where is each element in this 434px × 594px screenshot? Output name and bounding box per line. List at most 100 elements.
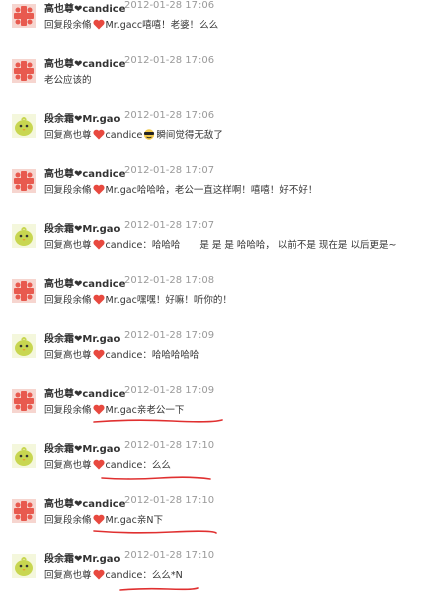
heart-icon	[92, 129, 105, 140]
reply-text: 亲N下	[136, 515, 163, 526]
heart-icon	[92, 459, 105, 470]
reply-target[interactable]: candice	[106, 460, 143, 471]
cross-avatar-icon[interactable]	[12, 59, 36, 83]
reply-text: ：哈哈哈 是 是 是 哈哈哈， 以前不是 现在是 以后更是~	[142, 240, 397, 251]
chick-avatar-icon[interactable]	[12, 224, 36, 248]
reply-prefix: 回复段余翛	[44, 515, 92, 526]
reply-text: 哈哈哈，老公一直这样啊！嘻嘻！好不好！	[136, 185, 318, 196]
reply-target[interactable]: candice	[106, 240, 143, 251]
comment-row: 高也尊❤candice 2012-01-28 17:06 老公应该的	[0, 55, 434, 110]
reply-text: 亲老公一下	[136, 405, 185, 416]
red-underline-annotation	[93, 419, 223, 423]
reply-prefix: 回复高也尊	[44, 570, 92, 581]
comment-row: 段余霜❤Mr.gao 2012-01-28 17:10 回复高也尊 candice…	[0, 550, 434, 594]
comment-text: 回复段余翛 Mr.gac亲老公一下	[44, 404, 184, 418]
reply-target[interactable]: Mr.gac	[106, 515, 137, 526]
heart-icon	[92, 294, 105, 305]
comment-text: 回复段余翛 Mr.gac嘿嘿！好嘛！听你的！	[44, 294, 232, 308]
reply-prefix: 回复段余翛	[44, 405, 92, 416]
comment-text: 回复高也尊 candice：哈哈哈哈哈	[44, 349, 199, 363]
comment-row: 高也尊❤candice 2012-01-28 17:09 回复段余翛 Mr.gac…	[0, 385, 434, 440]
comment-time: 2012-01-28 17:10	[124, 495, 215, 506]
comment-row: 段余霜❤Mr.gao 2012-01-28 17:07 回复高也尊 candice…	[0, 220, 434, 275]
cross-avatar-icon[interactable]	[12, 499, 36, 523]
comment-row: 高也尊❤candice 2012-01-28 17:08 回复段余翛 Mr.gac…	[0, 275, 434, 330]
reply-target[interactable]: Mr.gac	[106, 405, 137, 416]
reply-text: c嘻嘻！老婆！么么	[136, 20, 219, 31]
reply-prefix: 回复段余翛	[44, 295, 92, 306]
comment-time: 2012-01-28 17:10	[124, 550, 215, 561]
comment-time: 2012-01-28 17:07	[124, 220, 215, 231]
reply-target[interactable]: Mr.gac	[106, 185, 137, 196]
comment-author[interactable]: 高也尊❤candice	[44, 0, 125, 15]
comment-author[interactable]: 高也尊❤candice	[44, 385, 125, 400]
heart-icon	[92, 19, 105, 30]
cross-avatar-icon[interactable]	[12, 4, 36, 28]
comment-time: 2012-01-28 17:07	[124, 165, 215, 176]
comment-text: 回复段余翛 Mr.gacc嘻嘻！老婆！么么	[44, 19, 218, 33]
comment-row: 高也尊❤candice 2012-01-28 17:10 回复段余翛 Mr.gac…	[0, 495, 434, 550]
reply-prefix: 回复高也尊	[44, 460, 92, 471]
red-underline-annotation	[119, 587, 199, 591]
reply-target[interactable]: candice	[106, 130, 143, 141]
comment-author[interactable]: 高也尊❤candice	[44, 55, 125, 70]
reply-prefix: 回复高也尊	[44, 130, 92, 141]
heart-icon	[92, 239, 105, 250]
comment-author[interactable]: 段余霜❤Mr.gao	[44, 550, 120, 565]
comment-author[interactable]: 高也尊❤candice	[44, 165, 125, 180]
comment-feed: 高也尊❤candice 2012-01-28 17:06 回复段余翛 Mr.gac…	[0, 0, 434, 594]
chick-avatar-icon[interactable]	[12, 444, 36, 468]
comment-author[interactable]: 段余霜❤Mr.gao	[44, 220, 120, 235]
chick-avatar-icon[interactable]	[12, 554, 36, 578]
reply-prefix: 回复段余翛	[44, 185, 92, 196]
comment-row: 高也尊❤candice 2012-01-28 17:06 回复段余翛 Mr.gac…	[0, 0, 434, 55]
reply-prefix: 老公应该的	[44, 75, 92, 86]
comment-author[interactable]: 段余霜❤Mr.gao	[44, 440, 120, 455]
cross-avatar-icon[interactable]	[12, 169, 36, 193]
reply-text: ：么么	[142, 460, 171, 471]
cross-avatar-icon[interactable]	[12, 389, 36, 413]
reply-text: 瞬间觉得无敌了	[156, 130, 223, 141]
chick-avatar-icon[interactable]	[12, 334, 36, 358]
comment-author[interactable]: 段余霜❤Mr.gao	[44, 110, 120, 125]
comment-time: 2012-01-28 17:06	[124, 0, 215, 11]
comment-text: 回复高也尊 candice 瞬间觉得无敌了	[44, 129, 223, 143]
comment-author[interactable]: 高也尊❤candice	[44, 275, 125, 290]
comment-text: 回复段余翛 Mr.gac哈哈哈，老公一直这样啊！嘻嘻！好不好！	[44, 184, 317, 198]
heart-icon	[92, 514, 105, 525]
reply-target[interactable]: Mr.gac	[106, 20, 137, 31]
comment-author[interactable]: 高也尊❤candice	[44, 495, 125, 510]
comment-row: 段余霜❤Mr.gao 2012-01-28 17:09 回复高也尊 candice…	[0, 330, 434, 385]
reply-prefix: 回复段余翛	[44, 20, 92, 31]
cross-avatar-icon[interactable]	[12, 279, 36, 303]
comment-text: 老公应该的	[44, 74, 92, 88]
comment-text: 回复高也尊 candice：么么*N	[44, 569, 183, 583]
comment-time: 2012-01-28 17:06	[124, 55, 215, 66]
red-underline-annotation	[93, 530, 217, 534]
chick-avatar-icon[interactable]	[12, 114, 36, 138]
heart-icon	[92, 184, 105, 195]
reply-prefix: 回复高也尊	[44, 350, 92, 361]
reply-text: 嘿嘿！好嘛！听你的！	[136, 295, 232, 306]
comment-time: 2012-01-28 17:10	[124, 440, 215, 451]
reply-text: ：哈哈哈哈哈	[142, 350, 200, 361]
comment-time: 2012-01-28 17:08	[124, 275, 215, 286]
red-underline-annotation	[101, 476, 211, 480]
comment-time: 2012-01-28 17:06	[124, 110, 215, 121]
reply-text: ：么么*N	[142, 570, 183, 581]
comment-row: 段余霜❤Mr.gao 2012-01-28 17:06 回复高也尊 candice…	[0, 110, 434, 165]
reply-prefix: 回复高也尊	[44, 240, 92, 251]
comment-author[interactable]: 段余霜❤Mr.gao	[44, 330, 120, 345]
comment-row: 段余霜❤Mr.gao 2012-01-28 17:10 回复高也尊 candice…	[0, 440, 434, 495]
heart-icon	[92, 349, 105, 360]
heart-icon	[92, 569, 105, 580]
reply-target[interactable]: candice	[106, 350, 143, 361]
reply-target[interactable]: Mr.gac	[106, 295, 137, 306]
sunglasses-emoji-icon	[142, 129, 156, 140]
comment-text: 回复高也尊 candice：么么	[44, 459, 171, 473]
reply-target[interactable]: candice	[106, 570, 143, 581]
comment-time: 2012-01-28 17:09	[124, 330, 215, 341]
heart-icon	[92, 404, 105, 415]
comment-row: 高也尊❤candice 2012-01-28 17:07 回复段余翛 Mr.gac…	[0, 165, 434, 220]
comment-text: 回复段余翛 Mr.gac亲N下	[44, 514, 163, 528]
